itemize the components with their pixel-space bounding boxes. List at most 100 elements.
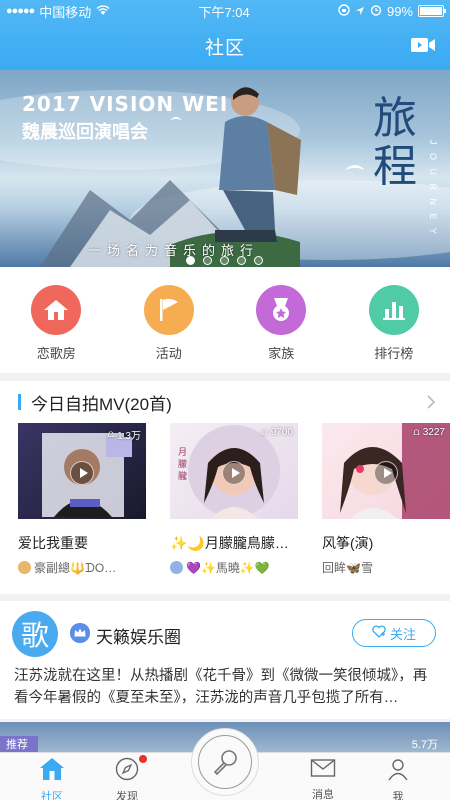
- section-accent-bar: [18, 394, 21, 410]
- quick-label: 排行榜: [374, 346, 414, 361]
- svg-text:朧: 朧: [178, 470, 187, 482]
- page-title: 社区: [204, 37, 245, 59]
- quick-item-ranking[interactable]: 排行榜: [354, 285, 434, 373]
- play-count: ⩍ 3227: [413, 427, 445, 438]
- crown-icon: [70, 623, 90, 643]
- play-count-value: 9700: [270, 427, 293, 438]
- bar-chart-icon: [368, 285, 419, 335]
- avatar: [18, 561, 31, 574]
- location-icon: [355, 4, 365, 19]
- sing-button[interactable]: [191, 728, 259, 796]
- play-count-value: 1.3万: [117, 431, 141, 442]
- page-dot[interactable]: [254, 256, 263, 265]
- quick-menu: 恋歌房 活动 家族 排行榜: [0, 267, 450, 373]
- rotation-lock-icon: [338, 3, 350, 19]
- home-icon: [31, 285, 82, 335]
- chevron-right-icon[interactable]: [426, 393, 436, 411]
- play-count: ⩍ 1.3万: [108, 427, 141, 442]
- quick-item-love-room[interactable]: 恋歌房: [16, 285, 96, 373]
- avatar[interactable]: 歌: [12, 611, 58, 657]
- headphones-icon: ⩍: [261, 427, 268, 438]
- play-count: 5.7万: [411, 739, 438, 751]
- mv-author[interactable]: 豪副總🔱ᗪO…: [18, 559, 146, 576]
- banner-big-title: 旅程: [373, 93, 417, 192]
- headphones-icon: ⩍: [413, 427, 420, 438]
- banner-title: 2017 VISION WEI 魏晨巡回演唱会: [22, 92, 228, 144]
- mv-author[interactable]: 💜✨馬曉✨💚: [170, 559, 298, 576]
- page-dot[interactable]: [203, 256, 212, 265]
- page-dot[interactable]: [220, 256, 229, 265]
- tab-label: 消息: [312, 789, 334, 800]
- clock: 下午7:04: [198, 4, 250, 20]
- play-icon[interactable]: [222, 461, 246, 485]
- home-icon: [39, 757, 65, 786]
- quick-item-events[interactable]: 活动: [129, 285, 209, 373]
- play-icon[interactable]: [374, 461, 398, 485]
- follow-button[interactable]: 关注: [352, 619, 436, 647]
- mv-author[interactable]: 回眸🦋雪: [322, 559, 450, 576]
- post-username[interactable]: 天籁娱乐圈: [96, 623, 181, 648]
- person-icon: [386, 757, 410, 786]
- heart-plus-icon: [372, 625, 386, 641]
- mv-thumbnail[interactable]: ⩍ 1.3万: [18, 423, 146, 519]
- tab-messages[interactable]: 消息: [293, 753, 353, 800]
- headphones-icon: ⩍: [107, 429, 115, 440]
- mv-card[interactable]: ⩍ 3227 风筝(演) 回眸🦋雪: [322, 423, 450, 576]
- compass-icon: [115, 757, 139, 786]
- flag-icon: [143, 285, 194, 335]
- mv-thumbnail[interactable]: 月 朦 朧 ⩍ 9700: [170, 423, 298, 519]
- tab-label: 发现: [116, 791, 138, 800]
- status-bar: ●●●●● 中国移动 下午7:04 99%: [0, 0, 450, 22]
- banner-title-line1: 2017 VISION WEI: [22, 92, 229, 116]
- mv-card[interactable]: 月 朦 朧 ⩍ 9700 ✨🌙月朦朧鳥朦… 💜✨馬曉✨💚: [170, 423, 298, 576]
- mv-thumbnail[interactable]: ⩍ 3227: [322, 423, 450, 519]
- daily-mv-section: 今日自拍MV(20首) ⩍ 1.3万 爱比我重要 豪副總🔱ᗪO… 月 朦 朧 ⩍…: [0, 381, 450, 594]
- wifi-icon: [96, 4, 110, 19]
- tab-me[interactable]: 我: [368, 753, 428, 800]
- mv-card[interactable]: ⩍ 1.3万 爱比我重要 豪副總🔱ᗪO…: [18, 423, 146, 576]
- banner-title-line2: 魏晨巡回演唱会: [22, 122, 148, 142]
- mv-author-name: 回眸🦋雪: [322, 561, 373, 575]
- quick-label: 活动: [155, 346, 182, 361]
- post-text[interactable]: 汪苏泷就在这里！从热播剧《花千骨》到《微微一笑很倾城》，再看今年暑假的《夏至未至…: [14, 665, 436, 709]
- quick-item-family[interactable]: 家族: [241, 285, 321, 373]
- medal-icon: [256, 285, 307, 335]
- play-icon[interactable]: [70, 461, 94, 485]
- quick-label: 恋歌房: [36, 346, 76, 361]
- promo-banner[interactable]: 2017 VISION WEI 魏晨巡回演唱会 旅程 J O U R N E Y…: [0, 70, 450, 267]
- page-dot[interactable]: [237, 256, 246, 265]
- top-header: ●●●●● 中国移动 下午7:04 99% 社区: [0, 0, 450, 70]
- svg-text:月: 月: [178, 447, 187, 458]
- mv-name: 风筝(演): [322, 535, 374, 551]
- svg-text:朦: 朦: [178, 458, 187, 470]
- tab-discover[interactable]: 发现: [97, 753, 157, 800]
- mv-name: ✨🌙月朦朧鳥朦…: [170, 535, 289, 551]
- alarm-icon: [370, 4, 382, 19]
- notification-badge: [139, 755, 147, 763]
- follow-label: 关注: [389, 626, 416, 642]
- microphone-icon: [198, 735, 252, 789]
- carrier-label: 中国移动: [39, 4, 92, 20]
- feed-post[interactable]: 歌 天籁娱乐圈 关注 汪苏泷就在这里！从热播剧《花千骨》到《微微一笑很倾城》，再…: [0, 601, 450, 719]
- banner-journey-text: J O U R N E Y: [428, 140, 438, 237]
- avatar: [170, 561, 183, 574]
- battery-percent: 99%: [386, 3, 413, 19]
- recommend-badge: 推荐: [0, 736, 38, 752]
- mail-icon: [310, 757, 336, 784]
- mv-list: ⩍ 1.3万 爱比我重要 豪副總🔱ᗪO… 月 朦 朧 ⩍ 9700 ✨🌙月朦朧鳥…: [0, 423, 450, 576]
- banner-page-indicator[interactable]: [186, 256, 263, 265]
- video-camera-icon[interactable]: [410, 36, 436, 54]
- section-title: 今日自拍MV(20首): [31, 394, 172, 414]
- tab-label: 社区: [41, 791, 63, 800]
- signal-icon: ●●●●●: [6, 5, 35, 17]
- tab-label: 我: [392, 791, 404, 800]
- mv-name: 爱比我重要: [18, 535, 88, 551]
- section-header[interactable]: 今日自拍MV(20首): [0, 381, 450, 423]
- quick-label: 家族: [268, 346, 295, 361]
- tab-community[interactable]: 社区: [22, 753, 82, 800]
- mv-author-name: 豪副總🔱ᗪO…: [34, 561, 117, 575]
- page-dot[interactable]: [186, 256, 195, 265]
- navbar: 社区: [0, 22, 450, 70]
- play-count-value: 3227: [422, 427, 445, 438]
- play-count: ⩍ 9700: [261, 427, 293, 438]
